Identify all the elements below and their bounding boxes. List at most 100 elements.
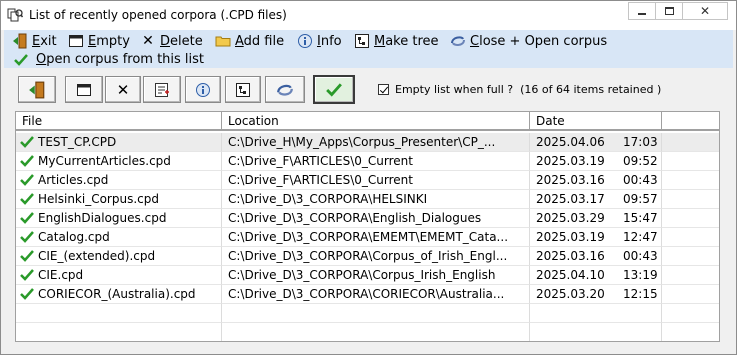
column-header-file[interactable]: File <box>16 112 222 130</box>
date-value: 2025.03.19 <box>536 154 605 168</box>
menu-make-tree[interactable]: Make tree <box>354 32 439 50</box>
delete-button[interactable]: ✕ <box>105 76 141 103</box>
time-value: 09:57 <box>623 192 658 206</box>
cell-file <box>16 304 222 323</box>
info-icon <box>196 82 210 97</box>
date-value: 2025.03.19 <box>536 230 605 244</box>
menu-close-open-corpus[interactable]: Close + Open corpus <box>450 32 607 50</box>
menu-delete[interactable]: ✕ Delete <box>140 32 203 50</box>
cell-file: CIE.cpd <box>16 266 222 285</box>
table-header: File Location Date <box>16 112 719 131</box>
info-button[interactable] <box>185 76 221 103</box>
table-row[interactable]: TEST_CP.CPD C:\Drive_H\My_Apps\Corpus_Pre… <box>16 133 719 152</box>
cell-date: 2025.03.17 09:57 <box>530 190 662 209</box>
menu-empty[interactable]: Empty <box>68 32 130 50</box>
time-value: 00:43 <box>623 249 658 263</box>
check-icon <box>20 288 34 300</box>
close-open-corpus-button[interactable] <box>265 76 305 103</box>
check-icon <box>326 82 342 97</box>
cell-location: C:\Drive_F\ARTICLES\0_Current <box>222 171 530 190</box>
x-icon: ✕ <box>142 33 154 49</box>
date-value: 2025.03.17 <box>536 192 605 206</box>
window-title: List of recently opened corpora (.CPD fi… <box>29 8 287 22</box>
cell-location: C:\Drive_D\3_CORPORA\Corpus_Irish_Englis… <box>222 266 530 285</box>
cell-empty <box>662 285 719 304</box>
file-name: CORIECOR_(Australia).cpd <box>38 286 196 301</box>
date-value: 2025.04.10 <box>536 268 605 282</box>
tree-icon <box>355 34 369 48</box>
table-row[interactable]: CIE.cpd C:\Drive_D\3_CORPORA\Corpus_Irish… <box>16 266 719 285</box>
menu-exit[interactable]: Exit <box>12 32 57 50</box>
cell-file: EnglishDialogues.cpd <box>16 209 222 228</box>
cell-empty <box>662 190 719 209</box>
cell-file: CORIECOR_(Australia).cpd <box>16 285 222 304</box>
check-icon <box>20 155 34 167</box>
cell-empty <box>662 228 719 247</box>
check-icon <box>14 53 28 66</box>
minimize-button[interactable] <box>628 2 656 20</box>
column-header-empty <box>662 112 719 130</box>
open-corpus-button[interactable] <box>313 75 355 104</box>
cell-location: C:\Drive_D\3_CORPORA\CORIECOR\Australia.… <box>222 285 530 304</box>
time-value: 15:47 <box>623 211 658 225</box>
check-icon <box>20 136 34 148</box>
table-row[interactable]: Catalog.cpd C:\Drive_D\3_CORPORA\EMEMT\EM… <box>16 228 719 247</box>
make-tree-button[interactable] <box>225 76 261 103</box>
cell-date: 2025.03.29 15:47 <box>530 209 662 228</box>
cell-empty <box>662 304 719 323</box>
items-retained-count: (16 of 64 items retained ) <box>520 83 662 96</box>
cell-location: C:\Drive_D\3_CORPORA\HELSINKI <box>222 190 530 209</box>
cell-file: MyCurrentArticles.cpd <box>16 152 222 171</box>
cell-date <box>530 304 662 323</box>
empty-when-full-checkbox[interactable] <box>378 84 389 95</box>
table-row[interactable]: CORIECOR_(Australia).cpd C:\Drive_D\3_COR… <box>16 285 719 304</box>
cell-file: CIE_(extended).cpd <box>16 247 222 266</box>
app-icon <box>7 8 23 22</box>
cell-location <box>222 323 530 341</box>
cell-empty <box>662 152 719 171</box>
date-value: 2025.03.29 <box>536 211 605 225</box>
empty-button[interactable] <box>65 76 103 103</box>
exit-button[interactable] <box>18 76 56 103</box>
table-row[interactable]: Helsinki_Corpus.cpd C:\Drive_D\3_CORPORA\… <box>16 190 719 209</box>
cell-date: 2025.03.20 12:15 <box>530 285 662 304</box>
cell-empty <box>662 209 719 228</box>
cell-location: C:\Drive_F\ARTICLES\0_Current <box>222 152 530 171</box>
date-value: 2025.03.16 <box>536 249 605 263</box>
empty-when-full-option[interactable]: Empty list when full ? (16 of 64 items r… <box>378 83 661 96</box>
add-file-button[interactable] <box>143 76 181 103</box>
info-icon <box>298 34 312 48</box>
check-icon <box>20 193 34 205</box>
file-name: Catalog.cpd <box>38 229 110 244</box>
cell-location: C:\Drive_H\My_Apps\Corpus_Presenter\CP_.… <box>222 133 530 152</box>
file-name: CIE_(extended).cpd <box>38 248 156 263</box>
menu-add-file[interactable]: Add file <box>215 32 284 50</box>
menu-open-corpus-from-list[interactable]: Open corpus from this list <box>14 51 204 68</box>
table-row[interactable]: MyCurrentArticles.cpd C:\Drive_F\ARTICLES… <box>16 152 719 171</box>
time-value: 17:03 <box>623 135 658 149</box>
table-row[interactable]: CIE_(extended).cpd C:\Drive_D\3_CORPORA\C… <box>16 247 719 266</box>
menu-info[interactable]: Info <box>297 32 342 50</box>
corpora-table: File Location Date TEST_CP.CPD C:\Drive_H… <box>15 111 720 342</box>
cell-date: 2025.03.16 00:43 <box>530 171 662 190</box>
cell-empty <box>662 133 719 152</box>
check-icon <box>20 174 34 186</box>
cell-location <box>222 304 530 323</box>
table-row[interactable]: EnglishDialogues.cpd C:\Drive_D\3_CORPORA… <box>16 209 719 228</box>
column-header-date[interactable]: Date <box>530 112 662 130</box>
x-icon: ✕ <box>116 80 130 99</box>
maximize-button[interactable] <box>655 2 683 20</box>
cell-file: TEST_CP.CPD <box>16 133 222 152</box>
exit-door-icon <box>13 33 27 49</box>
time-value: 13:19 <box>623 268 658 282</box>
close-window-button[interactable]: ✕ <box>682 2 728 20</box>
title-bar[interactable]: List of recently opened corpora (.CPD fi… <box>1 1 736 30</box>
empty-when-full-label: Empty list when full ? <box>395 83 514 96</box>
recent-corpora-window: List of recently opened corpora (.CPD fi… <box>0 0 737 355</box>
exit-door-icon <box>29 81 45 98</box>
file-name: CIE.cpd <box>38 267 84 282</box>
window-icon <box>69 35 83 47</box>
column-header-location[interactable]: Location <box>222 112 530 130</box>
file-name: Helsinki_Corpus.cpd <box>38 191 159 206</box>
table-row[interactable]: Articles.cpd C:\Drive_F\ARTICLES\0_Curren… <box>16 171 719 190</box>
